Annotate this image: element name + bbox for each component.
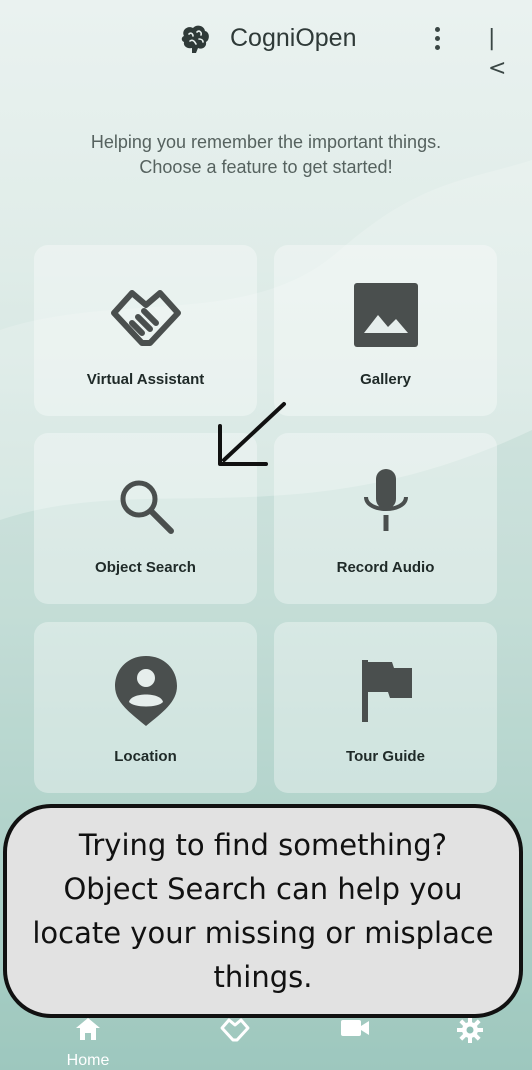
feature-card-tour-guide[interactable]: Tour Guide	[274, 622, 497, 793]
feature-card-gallery[interactable]: Gallery	[274, 245, 497, 416]
nav-label: Home	[66, 1052, 110, 1069]
pointer-arrow-icon	[218, 402, 286, 466]
nav-virtual-assistant[interactable]	[205, 1010, 265, 1066]
video-icon	[341, 1020, 369, 1036]
feature-label: Location	[114, 748, 177, 765]
brain-icon	[181, 25, 209, 53]
feature-label: Tour Guide	[346, 748, 425, 765]
home-icon	[76, 1018, 100, 1040]
feature-label: Object Search	[95, 559, 196, 576]
flag-icon	[361, 660, 412, 722]
app-title: CogniOpen	[230, 24, 357, 52]
collapse-sidebar-icon[interactable]: |<	[488, 24, 512, 81]
feature-label: Virtual Assistant	[86, 371, 205, 388]
image-icon	[353, 283, 418, 347]
feature-label: Record Audio	[336, 559, 435, 576]
feature-label: Gallery	[360, 371, 411, 388]
callout-text: Trying to find something? Object Search …	[32, 828, 494, 994]
search-icon	[120, 480, 174, 534]
handshake-icon	[110, 290, 181, 346]
top-app-bar: CogniOpen |<	[0, 0, 532, 81]
handshake-icon	[220, 1018, 250, 1042]
microphone-icon	[363, 469, 408, 531]
intro-line-1: Helping you remember the important thing…	[90, 132, 442, 152]
tutorial-callout[interactable]: Trying to find something? Object Search …	[3, 804, 523, 1018]
feature-card-virtual-assistant[interactable]: Virtual Assistant	[34, 245, 257, 416]
nav-video[interactable]	[325, 1010, 385, 1066]
intro-line-2: Choose a feature to get started!	[139, 157, 393, 177]
more-options-icon[interactable]	[426, 24, 448, 54]
gear-icon	[457, 1017, 483, 1043]
nav-home[interactable]: Home	[58, 1010, 118, 1069]
feature-card-location[interactable]: Location	[34, 622, 257, 793]
nav-settings[interactable]	[440, 1010, 500, 1066]
feature-card-record-audio[interactable]: Record Audio	[274, 433, 497, 604]
person-pin-icon	[114, 656, 177, 726]
